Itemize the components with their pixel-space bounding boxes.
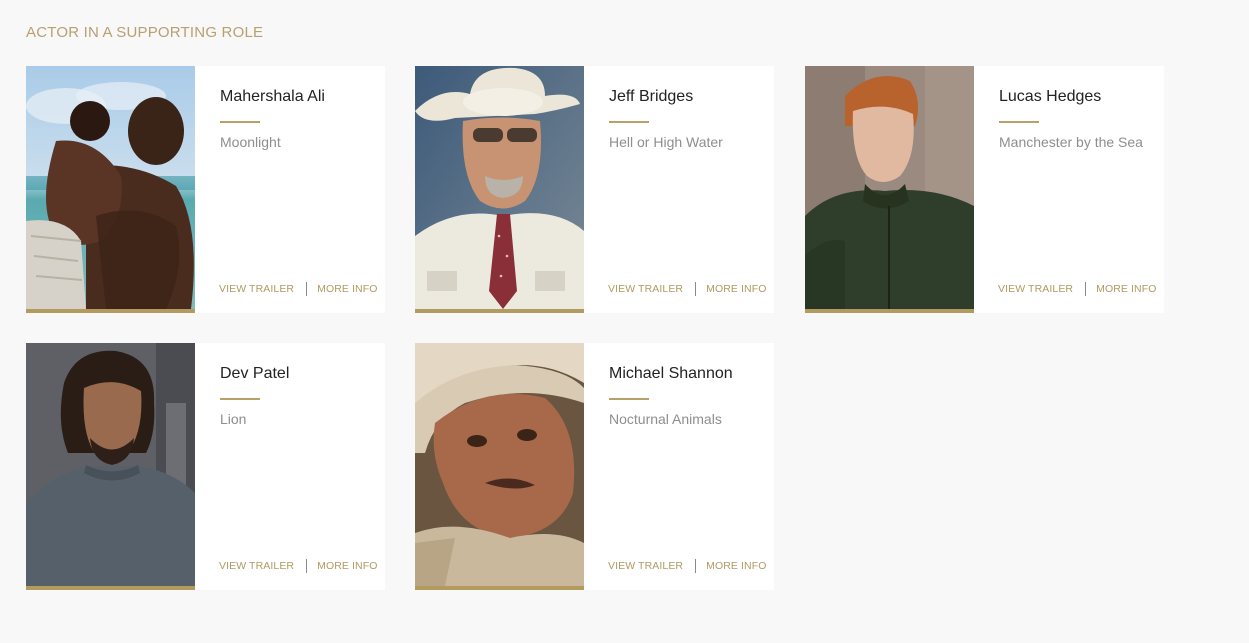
accent-bar: [805, 309, 974, 313]
nominees-page: ACTOR IN A SUPPORTING ROLE Mahershala Al…: [0, 0, 1249, 643]
nominee-photo[interactable]: [26, 343, 195, 586]
divider: [999, 121, 1039, 123]
nominee-name[interactable]: Dev Patel: [220, 365, 289, 383]
nominee-film: Manchester by the Sea: [999, 134, 1143, 150]
nominee-film: Moonlight: [220, 134, 281, 150]
nominee-info: Dev Patel Lion VIEW TRAILER MORE INFO: [195, 343, 385, 590]
nominee-info: Lucas Hedges Manchester by the Sea VIEW …: [974, 66, 1164, 313]
nominee-info: Mahershala Ali Moonlight VIEW TRAILER MO…: [195, 66, 385, 313]
nominee-film: Lion: [220, 411, 247, 427]
link-separator: [695, 282, 697, 296]
divider: [220, 398, 260, 400]
nominee-card: Mahershala Ali Moonlight VIEW TRAILER MO…: [26, 66, 385, 313]
view-trailer-link[interactable]: VIEW TRAILER: [608, 283, 683, 295]
nominee-card: Lucas Hedges Manchester by the Sea VIEW …: [805, 66, 1164, 313]
nominee-name[interactable]: Lucas Hedges: [999, 88, 1101, 106]
nominee-photo[interactable]: [805, 66, 974, 309]
link-separator: [695, 559, 697, 573]
more-info-link[interactable]: MORE INFO: [1096, 283, 1156, 295]
accent-bar: [415, 309, 584, 313]
nominee-card: Dev Patel Lion VIEW TRAILER MORE INFO: [26, 343, 385, 590]
link-separator: [306, 282, 308, 296]
nominee-photo[interactable]: [415, 66, 584, 309]
view-trailer-link[interactable]: VIEW TRAILER: [608, 560, 683, 572]
link-separator: [1085, 282, 1087, 296]
section-title: ACTOR IN A SUPPORTING ROLE: [26, 24, 264, 41]
card-actions: VIEW TRAILER MORE INFO: [219, 559, 378, 573]
divider: [609, 398, 649, 400]
more-info-link[interactable]: MORE INFO: [317, 283, 377, 295]
card-actions: VIEW TRAILER MORE INFO: [998, 282, 1157, 296]
nominee-card: Michael Shannon Nocturnal Animals VIEW T…: [415, 343, 774, 590]
view-trailer-link[interactable]: VIEW TRAILER: [998, 283, 1073, 295]
accent-bar: [415, 586, 584, 590]
nominee-name[interactable]: Mahershala Ali: [220, 88, 325, 106]
view-trailer-link[interactable]: VIEW TRAILER: [219, 560, 294, 572]
link-separator: [306, 559, 308, 573]
nominee-photo[interactable]: [415, 343, 584, 586]
nominee-info: Jeff Bridges Hell or High Water VIEW TRA…: [584, 66, 774, 313]
nominee-photo[interactable]: [26, 66, 195, 309]
more-info-link[interactable]: MORE INFO: [317, 560, 377, 572]
card-actions: VIEW TRAILER MORE INFO: [608, 559, 767, 573]
divider: [609, 121, 649, 123]
nominee-film: Nocturnal Animals: [609, 411, 722, 427]
nominee-name[interactable]: Jeff Bridges: [609, 88, 693, 106]
nominee-card: Jeff Bridges Hell or High Water VIEW TRA…: [415, 66, 774, 313]
accent-bar: [26, 586, 195, 590]
card-actions: VIEW TRAILER MORE INFO: [219, 282, 378, 296]
nominee-info: Michael Shannon Nocturnal Animals VIEW T…: [584, 343, 774, 590]
nominee-film: Hell or High Water: [609, 134, 723, 150]
card-actions: VIEW TRAILER MORE INFO: [608, 282, 767, 296]
more-info-link[interactable]: MORE INFO: [706, 560, 766, 572]
accent-bar: [26, 309, 195, 313]
nominee-name[interactable]: Michael Shannon: [609, 365, 733, 383]
divider: [220, 121, 260, 123]
more-info-link[interactable]: MORE INFO: [706, 283, 766, 295]
view-trailer-link[interactable]: VIEW TRAILER: [219, 283, 294, 295]
